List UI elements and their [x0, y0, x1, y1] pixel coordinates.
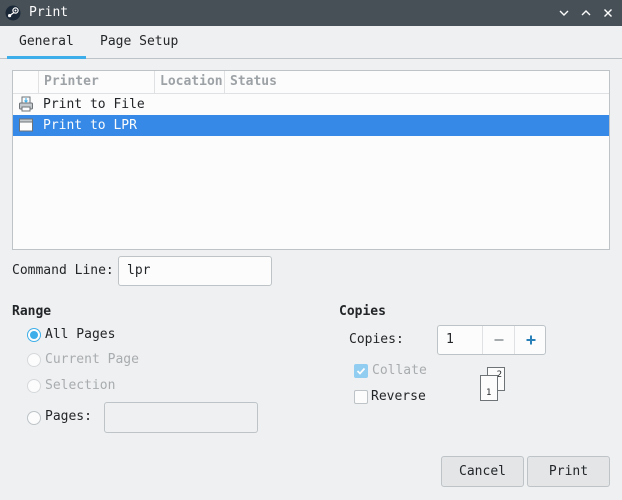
all-pages-radio[interactable]	[27, 328, 41, 342]
selection-radio[interactable]	[27, 379, 41, 393]
tab-page-setup[interactable]: Page Setup	[88, 26, 190, 59]
command-line-input[interactable]: lpr	[118, 256, 272, 286]
list-header: Printer Location Status	[13, 71, 609, 94]
copies-heading: Copies	[339, 304, 386, 319]
page-number-1: 1	[486, 388, 492, 398]
collate-preview-icon: 2 1	[478, 367, 508, 401]
print-button[interactable]: Print	[527, 456, 610, 487]
title-bar: Print	[0, 0, 622, 26]
maximize-button[interactable]	[578, 5, 594, 21]
column-printer[interactable]: Printer	[39, 71, 155, 94]
checkmark-icon	[356, 367, 366, 375]
printer-name: Print to File	[43, 97, 145, 112]
chevron-down-icon	[559, 10, 569, 16]
reverse-label[interactable]: Reverse	[371, 389, 426, 404]
printer-name: Print to LPR	[43, 118, 137, 133]
printer-row[interactable]: Print to File	[13, 94, 609, 115]
selection-label[interactable]: Selection	[45, 378, 115, 393]
minimize-button[interactable]	[556, 5, 572, 21]
page-sheet-front: 1	[480, 375, 498, 401]
close-icon	[604, 9, 612, 17]
collate-label[interactable]: Collate	[372, 363, 427, 378]
plus-icon	[526, 335, 535, 345]
chevron-up-icon	[581, 10, 591, 16]
print-dialog: Print General Page Setup Printer Locatio…	[0, 0, 622, 500]
printer-row-selected[interactable]: Print to LPR	[13, 115, 609, 136]
copies-value[interactable]: 1	[446, 326, 454, 354]
reverse-checkbox[interactable]	[354, 390, 368, 404]
pages-label[interactable]: Pages:	[45, 409, 92, 424]
window-title: Print	[29, 5, 69, 20]
copies-spinbox[interactable]: 1	[437, 325, 546, 355]
column-icon	[13, 71, 39, 94]
copies-label: Copies:	[349, 332, 404, 347]
steam-app-icon	[5, 5, 21, 21]
column-location[interactable]: Location	[155, 71, 225, 94]
range-heading: Range	[12, 304, 52, 319]
close-button[interactable]	[600, 5, 616, 21]
tab-general[interactable]: General	[7, 26, 86, 59]
column-status[interactable]: Status	[225, 71, 609, 94]
minus-icon	[494, 339, 503, 341]
printer-list[interactable]: Printer Location Status Print to File Pr…	[12, 70, 610, 250]
pages-radio[interactable]	[27, 411, 41, 425]
collate-checkbox[interactable]	[354, 364, 368, 378]
all-pages-label[interactable]: All Pages	[45, 327, 115, 342]
printer-lpr-icon	[19, 118, 33, 132]
printer-file-icon	[19, 96, 33, 112]
pages-input[interactable]	[104, 402, 258, 433]
decrement-button[interactable]	[482, 326, 514, 354]
current-page-label[interactable]: Current Page	[45, 352, 139, 367]
command-line-label: Command Line:	[12, 263, 114, 278]
cancel-button[interactable]: Cancel	[441, 456, 524, 487]
tab-bar: General Page Setup	[0, 26, 622, 59]
current-page-radio[interactable]	[27, 353, 41, 367]
increment-button[interactable]	[514, 326, 546, 354]
